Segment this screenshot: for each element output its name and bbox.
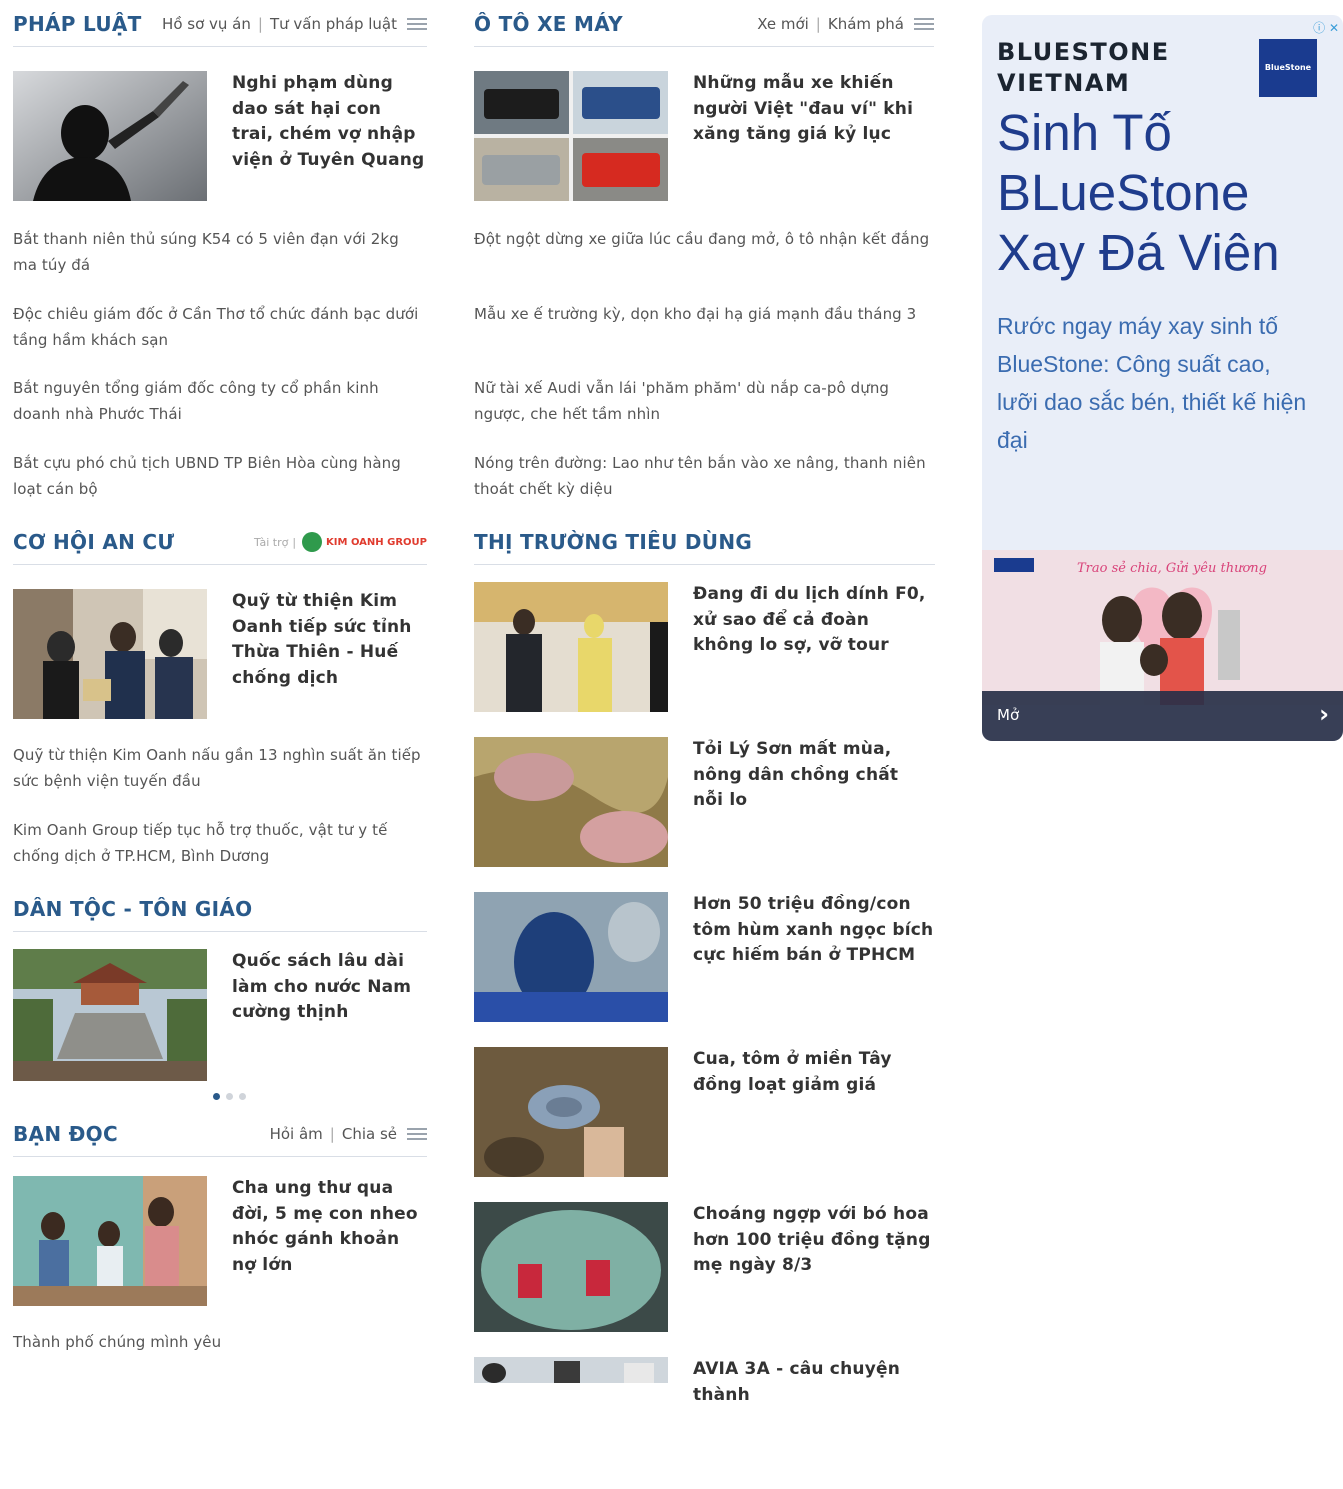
featured-article[interactable]: Cha ung thư qua đời, 5 mẹ con nheo nhóc …	[13, 1176, 427, 1308]
ad-headline[interactable]: Sinh Tố BLueStone Xay Đá Viên	[997, 103, 1337, 283]
carousel-dot-active[interactable]	[213, 1093, 220, 1100]
advertisement[interactable]: ⓘ ✕ BLUESTONE VIETNAM BlueStone Sinh Tố …	[982, 15, 1343, 741]
article-title[interactable]: Tỏi Lý Sơn mất mùa, nông dân chồng chất …	[693, 737, 934, 814]
separator: |	[329, 1125, 335, 1143]
article-thumbnail[interactable]	[474, 1202, 668, 1332]
carousel-dot[interactable]	[239, 1093, 246, 1100]
thi-truong-header: THỊ TRƯỜNG TIÊU DÙNG	[474, 518, 935, 565]
featured-article[interactable]: Nghi phạm dùng dao sát hại con trai, ché…	[13, 71, 427, 203]
article-thumbnail[interactable]	[474, 582, 668, 712]
article-title[interactable]: Cua, tôm ở miền Tây đồng loạt giảm giá	[693, 1047, 934, 1098]
article-link[interactable]: Nóng trên đường: Lao như tên bắn vào xe …	[474, 451, 934, 502]
chevron-right-icon[interactable]: ›	[1319, 700, 1329, 728]
section-title[interactable]: THỊ TRƯỜNG TIÊU DÙNG	[474, 530, 752, 554]
ad-open-button[interactable]: Mở	[997, 706, 1019, 724]
dan-toc-header: DÂN TỘC - TÔN GIÁO	[13, 885, 427, 932]
ad-body: Rước ngay máy xay sinh tố BlueStone: Côn…	[997, 313, 1307, 453]
featured-article[interactable]: AVIA 3A - câu chuyện thành	[474, 1357, 934, 1489]
article-title[interactable]: Những mẫu xe khiến người Việt "đau ví" k…	[693, 71, 934, 148]
featured-article[interactable]: Quỹ từ thiện Kim Oanh tiếp sức tỉnh Thừa…	[13, 589, 427, 721]
featured-article[interactable]: Quốc sách lâu dài làm cho nước Nam cường…	[13, 949, 427, 1081]
article-title[interactable]: Quỹ từ thiện Kim Oanh tiếp sức tỉnh Thừa…	[232, 589, 427, 691]
sponsor-logo-text: KIM OANH GROUP	[326, 536, 427, 548]
article-title[interactable]: Hơn 50 triệu đồng/con tôm hùm xanh ngọc …	[693, 892, 934, 969]
article-thumbnail[interactable]	[474, 1047, 668, 1177]
featured-article[interactable]: Cua, tôm ở miền Tây đồng loạt giảm giá	[474, 1047, 934, 1179]
article-thumbnail[interactable]	[13, 589, 207, 719]
carousel-dot[interactable]	[226, 1093, 233, 1100]
sublink-tu-van[interactable]: Tư vấn pháp luật	[270, 15, 397, 33]
article-link[interactable]: Độc chiêu giám đốc ở Cần Thơ tổ chức đán…	[13, 302, 427, 353]
ad-image[interactable]: Trao sẻ chia, Gửi yêu thương	[982, 550, 1343, 705]
separator: |	[815, 15, 821, 33]
sublink-kham-pha[interactable]: Khám phá	[828, 15, 904, 33]
article-thumbnail[interactable]	[13, 949, 207, 1081]
hamburger-menu-icon[interactable]	[407, 15, 427, 33]
section-title[interactable]: DÂN TỘC - TÔN GIÁO	[13, 897, 252, 921]
article-title[interactable]: Quốc sách lâu dài làm cho nước Nam cường…	[232, 949, 427, 1026]
sponsor-logo-icon	[302, 532, 323, 552]
featured-article[interactable]: Choáng ngợp với bó hoa hơn 100 triệu đồn…	[474, 1202, 934, 1334]
article-link[interactable]: Bắt thanh niên thủ súng K54 có 5 viên đạ…	[13, 227, 427, 278]
article-thumbnail[interactable]	[474, 737, 668, 867]
article-thumbnail[interactable]	[13, 1176, 207, 1306]
section-links: Xe mới | Khám phá	[757, 15, 934, 33]
ad-image-caption: Trao sẻ chia, Gửi yêu thương	[1077, 561, 1267, 576]
article-link[interactable]: Mẫu xe ế trường kỳ, dọn kho đại hạ giá m…	[474, 302, 934, 328]
article-thumbnail[interactable]	[474, 1357, 668, 1383]
featured-article[interactable]: Những mẫu xe khiến người Việt "đau ví" k…	[474, 71, 934, 203]
section-links: Hồ sơ vụ án | Tư vấn pháp luật	[162, 15, 427, 33]
section-title[interactable]: CƠ HỘI AN CƯ	[13, 530, 174, 554]
sublink-ho-so[interactable]: Hồ sơ vụ án	[162, 15, 251, 33]
hamburger-menu-icon[interactable]	[407, 1125, 427, 1143]
article-link[interactable]: Đột ngột dừng xe giữa lúc cầu đang mở, ô…	[474, 227, 934, 253]
ad-brand: BLUESTONE VIETNAM	[997, 38, 1170, 97]
article-link[interactable]: Nữ tài xế Audi vẫn lái 'phăm phăm' dù nắ…	[474, 376, 934, 427]
sublink-chia-se[interactable]: Chia sẻ	[342, 1125, 397, 1143]
section-links: Hỏi âm | Chia sẻ	[270, 1125, 427, 1143]
featured-article[interactable]: Đang đi du lịch dính F0, xử sao để cả đo…	[474, 582, 934, 714]
article-link[interactable]: Bắt cựu phó chủ tịch UBND TP Biên Hòa cù…	[13, 451, 427, 502]
oto-header: Ô TÔ XE MÁY Xe mới | Khám phá	[474, 0, 934, 47]
section-title[interactable]: PHÁP LUẬT	[13, 12, 142, 36]
phap-luat-header: PHÁP LUẬT Hồ sơ vụ án | Tư vấn pháp luật	[13, 0, 427, 47]
sublink-xe-moi[interactable]: Xe mới	[757, 15, 809, 33]
article-thumbnail[interactable]	[13, 71, 207, 201]
article-link[interactable]: Thành phố chúng mình yêu	[13, 1330, 427, 1356]
article-title[interactable]: Nghi phạm dùng dao sát hại con trai, ché…	[232, 71, 427, 173]
sponsor-label: Tài trợ	[254, 535, 289, 549]
co-hoi-header: CƠ HỘI AN CƯ Tài trợ | KIM OANH GROUP	[13, 518, 427, 565]
article-title[interactable]: Choáng ngợp với bó hoa hơn 100 triệu đồn…	[693, 1202, 934, 1279]
ban-doc-header: BẠN ĐỌC Hỏi âm | Chia sẻ	[13, 1110, 427, 1157]
article-link[interactable]: Bắt nguyên tổng giám đốc công ty cổ phần…	[13, 376, 427, 427]
sublink-hoi-am[interactable]: Hỏi âm	[270, 1125, 323, 1143]
ad-close-icon[interactable]: ⓘ ✕	[1313, 19, 1339, 36]
ad-open-bar[interactable]: Mở ›	[982, 691, 1343, 741]
ad-logo: BlueStone	[1259, 39, 1317, 97]
featured-article[interactable]: Hơn 50 triệu đồng/con tôm hùm xanh ngọc …	[474, 892, 934, 1024]
article-title[interactable]: Cha ung thư qua đời, 5 mẹ con nheo nhóc …	[232, 1176, 427, 1278]
sponsor-block[interactable]: Tài trợ | KIM OANH GROUP	[254, 532, 427, 552]
article-title[interactable]: Đang đi du lịch dính F0, xử sao để cả đo…	[693, 582, 934, 659]
article-link[interactable]: Kim Oanh Group tiếp tục hỗ trợ thuốc, vậ…	[13, 818, 427, 869]
separator: |	[257, 15, 263, 33]
carousel-dots[interactable]	[213, 1093, 252, 1100]
article-thumbnail[interactable]	[474, 71, 668, 201]
featured-article[interactable]: Tỏi Lý Sơn mất mùa, nông dân chồng chất …	[474, 737, 934, 869]
section-title[interactable]: Ô TÔ XE MÁY	[474, 12, 623, 36]
section-title[interactable]: BẠN ĐỌC	[13, 1122, 118, 1146]
article-thumbnail[interactable]	[474, 892, 668, 1022]
hamburger-menu-icon[interactable]	[914, 15, 934, 33]
article-link[interactable]: Quỹ từ thiện Kim Oanh nấu gần 13 nghìn s…	[13, 743, 427, 794]
